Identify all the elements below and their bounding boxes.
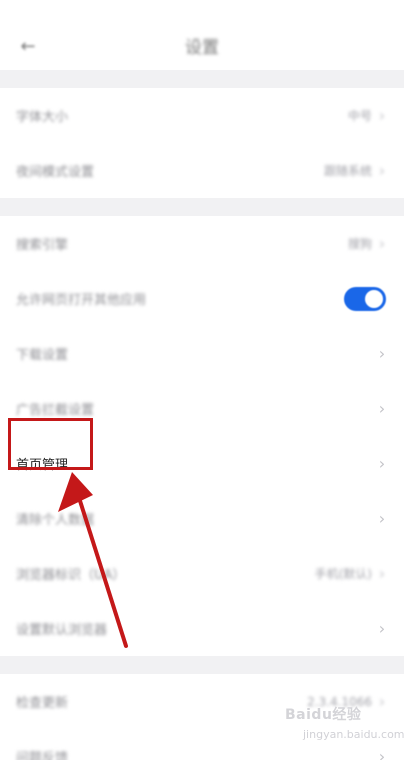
watermark-brand: Baidu经验 (285, 707, 362, 723)
setting-label: 问题反馈 (16, 751, 69, 760)
setting-right: 手机(默认) › (314, 564, 388, 583)
setting-row-search-engine[interactable]: 搜索引擎 搜狗 › (0, 216, 404, 271)
page-title: 设置 (185, 37, 219, 58)
open-apps-toggle[interactable] (344, 286, 386, 311)
watermark-url: jingyan.baidu.com (303, 728, 404, 741)
setting-row-font-size[interactable]: 字体大小 中号 › (0, 88, 404, 143)
setting-label: 广告拦截设置 (16, 403, 95, 418)
baidu-watermark: Baidu经验 jingyan.baidu.com (285, 704, 404, 750)
setting-row-open-other-apps[interactable]: 允许网页打开其他应用 (0, 271, 404, 326)
setting-right: 跟随系统 › (323, 161, 388, 180)
chevron-right-icon: › (378, 344, 386, 363)
setting-right: 中号 › (347, 106, 388, 125)
settings-group-2: 搜索引擎 搜狗 › 允许网页打开其他应用 下载设置 › 广告拦截设置 › 首页管… (0, 216, 404, 656)
setting-row-download[interactable]: 下载设置 › (0, 326, 404, 381)
setting-row-browser-ua[interactable]: 浏览器标识（UA） 手机(默认) › (0, 546, 404, 601)
settings-header: ← 设置 (0, 20, 404, 70)
chevron-right-icon: › (378, 747, 386, 760)
group-gap (0, 198, 404, 216)
chevron-right-icon: › (378, 161, 386, 180)
setting-row-default-browser[interactable]: 设置默认浏览器 › (0, 601, 404, 656)
setting-label: 下载设置 (16, 348, 69, 363)
back-arrow-icon: ← (20, 35, 36, 57)
chevron-right-icon: › (378, 399, 386, 418)
setting-label: 夜间模式设置 (16, 165, 95, 180)
setting-label: 字体大小 (16, 110, 69, 125)
setting-label: 浏览器标识（UA） (16, 568, 126, 583)
setting-right: 搜狗 › (347, 234, 388, 253)
setting-label: 检查更新 (16, 696, 69, 711)
chevron-right-icon: › (378, 564, 386, 583)
setting-value: 中号 (347, 109, 372, 123)
chevron-right-icon: › (378, 234, 386, 253)
phone-screen: ← 设置 字体大小 中号 › 夜间模式设置 跟随系统 › 搜索引擎 搜狗 › 允… (0, 0, 404, 760)
chevron-right-icon: › (378, 619, 386, 638)
status-bar-space (0, 0, 404, 20)
setting-value: 跟随系统 (323, 164, 372, 178)
chevron-right-icon: › (378, 106, 386, 125)
setting-label: 搜索引擎 (16, 238, 69, 253)
chevron-right-icon: › (378, 509, 386, 528)
setting-row-home-management[interactable]: 首页管理 › (0, 436, 404, 491)
chevron-right-icon: › (378, 454, 386, 473)
setting-row-night-mode[interactable]: 夜间模式设置 跟随系统 › (0, 143, 404, 198)
group-gap (0, 656, 404, 674)
setting-value: 搜狗 (347, 237, 372, 251)
setting-label: 设置默认浏览器 (16, 623, 108, 638)
toggle-knob (365, 289, 383, 308)
setting-label: 允许网页打开其他应用 (16, 293, 147, 308)
setting-row-ad-block[interactable]: 广告拦截设置 › (0, 381, 404, 436)
back-button[interactable]: ← (14, 32, 42, 60)
setting-label: 清除个人数据 (16, 513, 95, 528)
settings-group-1: 字体大小 中号 › 夜间模式设置 跟随系统 › (0, 88, 404, 198)
setting-row-clear-data[interactable]: 清除个人数据 › (0, 491, 404, 546)
group-gap (0, 70, 404, 88)
setting-value: 手机(默认) (314, 567, 372, 581)
setting-label-home-management: 首页管理 (16, 458, 69, 473)
